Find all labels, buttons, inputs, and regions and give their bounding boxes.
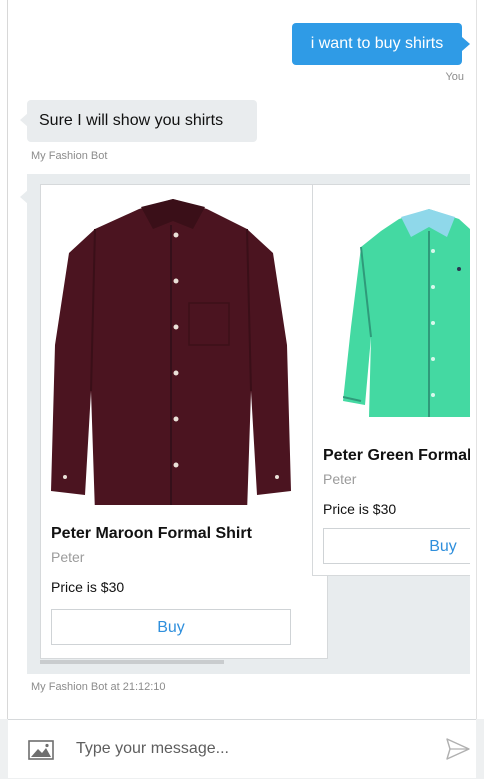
chat-frame-left-border	[7, 0, 8, 720]
product-price: Price is $30	[323, 501, 397, 517]
buy-button[interactable]: Buy	[51, 609, 291, 645]
chat-frame-right-border	[476, 0, 477, 720]
product-card[interactable]: Peter Green Formal Shirt Peter Price is …	[312, 184, 470, 576]
message-composer	[0, 719, 484, 779]
product-carousel[interactable]: Peter Maroon Formal Shirt Peter Price is…	[27, 174, 470, 674]
product-brand: Peter	[323, 471, 357, 487]
user-bubble-tail	[462, 37, 470, 51]
buy-button[interactable]: Buy	[323, 528, 470, 564]
bot-timestamp-label: My Fashion Bot at 21:12:10	[31, 681, 166, 693]
shirt-image	[343, 209, 470, 417]
user-message-bubble: i want to buy shirts	[292, 23, 462, 65]
bot-message-bubble: Sure I will show you shirts	[27, 100, 257, 142]
product-title: Peter Green Formal Shirt	[323, 447, 470, 464]
bot-sender-label: My Fashion Bot	[31, 150, 108, 162]
composer-box	[8, 719, 476, 778]
message-input[interactable]	[76, 734, 416, 764]
card-shadow-divider	[40, 660, 224, 664]
product-brand: Peter	[51, 549, 85, 565]
image-icon[interactable]	[28, 740, 54, 760]
send-icon[interactable]	[446, 738, 470, 760]
product-title: Peter Maroon Formal Shirt	[51, 525, 252, 542]
product-price: Price is $30	[51, 579, 125, 595]
shirt-image	[51, 199, 291, 505]
product-card[interactable]: Peter Maroon Formal Shirt Peter Price is…	[40, 184, 328, 659]
user-sender-label: You	[445, 71, 464, 83]
